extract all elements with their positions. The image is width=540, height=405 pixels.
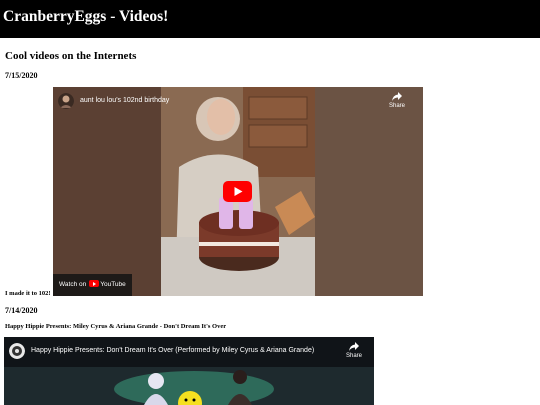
post-date: 7/14/2020 <box>5 306 38 315</box>
share-label: Share <box>346 353 363 359</box>
share-icon <box>349 342 359 351</box>
share-icon <box>392 92 402 101</box>
youtube-logo-icon <box>89 280 100 287</box>
video-player[interactable]: aunt lou lou's 102nd birthday Share Watc… <box>53 87 423 296</box>
site-header: CranberryEggs - Videos! <box>0 0 540 38</box>
video-title[interactable]: aunt lou lou's 102nd birthday <box>80 97 169 104</box>
watch-on-label: Watch on <box>59 281 87 288</box>
channel-avatar[interactable] <box>58 93 74 109</box>
youtube-label: YouTube <box>100 281 126 288</box>
share-button[interactable]: Share <box>389 92 405 109</box>
video-caption: I made it to 102! <box>5 290 51 297</box>
site-title: CranberryEggs - Videos! <box>3 8 169 25</box>
section-title: Cool videos on the Internets <box>5 50 137 62</box>
post-heading: Happy Hippie Presents: Miley Cyrus & Ari… <box>5 323 227 330</box>
youtube-play-icon <box>223 181 252 202</box>
watch-on-youtube-link[interactable]: Watch on YouTube <box>53 274 132 296</box>
video-title[interactable]: Happy Hippie Presents: Don't Dream It's … <box>31 347 314 354</box>
share-label: Share <box>389 103 406 109</box>
play-button[interactable] <box>223 181 252 207</box>
post-date: 7/15/2020 <box>5 71 38 80</box>
channel-avatar[interactable] <box>9 343 25 359</box>
share-button[interactable]: Share <box>346 342 362 359</box>
video-player[interactable]: Happy Hippie Presents: Don't Dream It's … <box>4 337 374 405</box>
